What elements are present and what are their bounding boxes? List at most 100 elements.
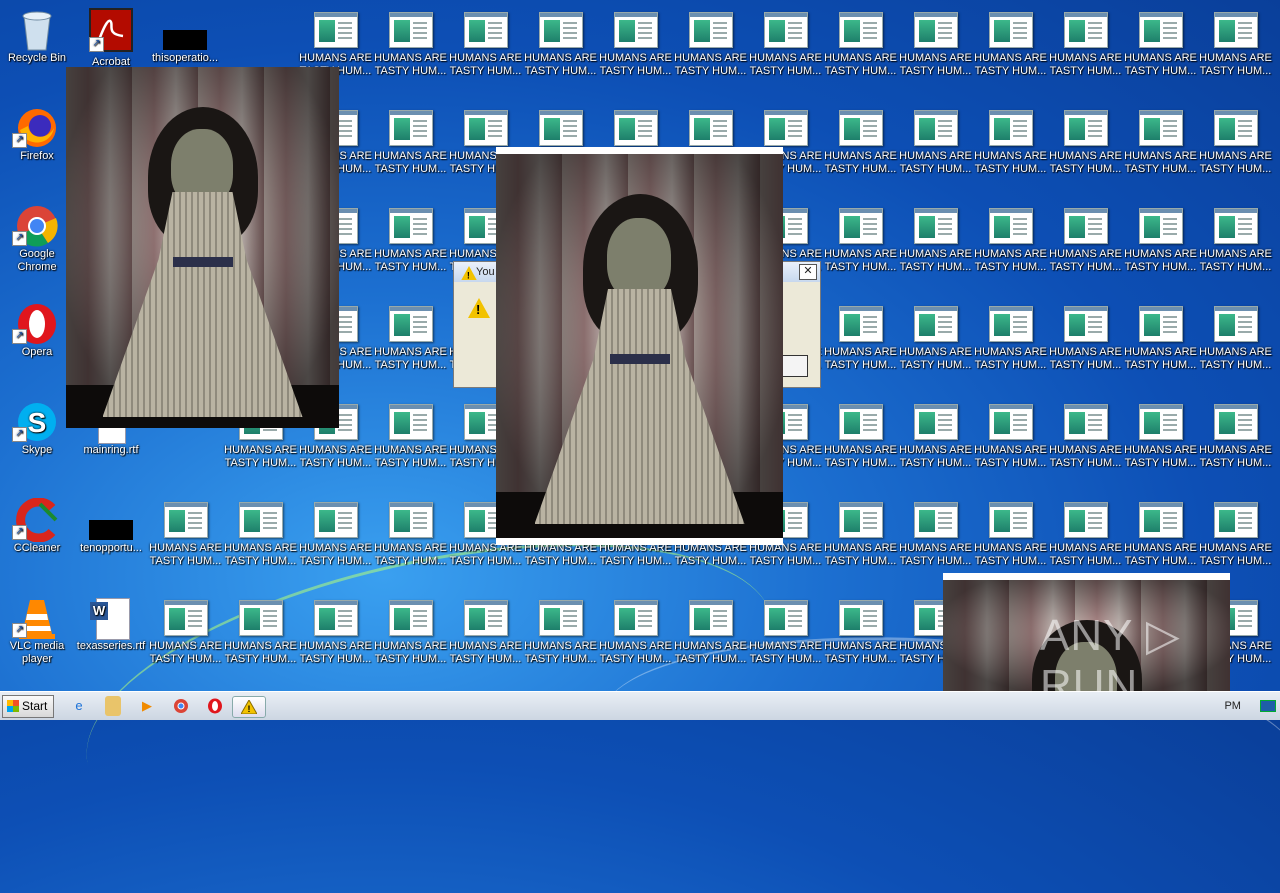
desktop-icon-label: HUMANS ARE (1124, 444, 1197, 456)
desktop-icon-humans-are-tasty[interactable]: HUMANS ARETASTY HUM... (373, 208, 448, 274)
desktop-icon-humans-are-tasty[interactable]: HUMANS ARETASTY HUM... (298, 502, 373, 568)
black-file-icon (88, 498, 134, 540)
desktop-icon-humans-are-tasty[interactable]: HUMANS ARETASTY HUM... (1198, 208, 1273, 274)
desktop-icon-humans-are-tasty[interactable]: HUMANS ARETASTY HUM... (823, 208, 898, 274)
desktop-icon-humans-are-tasty[interactable]: HUMANS ARETASTY HUM... (823, 12, 898, 78)
html-file-icon (988, 208, 1033, 244)
desktop-icon-label: TASTY HUM... (224, 555, 297, 567)
desktop-icon-humans-are-tasty[interactable]: HUMANS ARETASTY HUM... (448, 12, 523, 78)
desktop-icon-humans-are-tasty[interactable]: HUMANS ARETASTY HUM... (973, 110, 1048, 176)
desktop-icon-humans-are-tasty[interactable]: HUMANS ARETASTY HUM... (748, 12, 823, 78)
desktop-icon-humans-are-tasty[interactable]: HUMANS ARETASTY HUM... (898, 306, 973, 372)
desktop-icon-humans-are-tasty[interactable]: HUMANS ARETASTY HUM... (373, 404, 448, 470)
desktop-icon-acrobat[interactable]: ↗ Acrobat (74, 8, 148, 69)
desktop-icon-label: HUMANS ARE (1199, 150, 1272, 162)
desktop-icon-humans-are-tasty[interactable]: HUMANS ARETASTY HUM... (898, 12, 973, 78)
desktop-icon-label: HUMANS ARE (299, 542, 372, 554)
desktop-icon-humans-are-tasty[interactable]: HUMANS ARETASTY HUM... (1198, 502, 1273, 568)
desktop-icon-recycle-bin[interactable]: Recycle Bin (0, 8, 74, 65)
desktop-icon-label: TASTY HUM... (1049, 65, 1122, 77)
desktop-icon-humans-are-tasty[interactable]: HUMANS ARETASTY HUM... (1123, 404, 1198, 470)
media-player-icon[interactable]: ▶ (136, 696, 158, 716)
desktop-icon-vlc[interactable]: ↗ VLC media player (0, 596, 74, 666)
desktop-icon-humans-are-tasty[interactable]: HUMANS ARETASTY HUM... (1198, 12, 1273, 78)
desktop-icon-humans-are-tasty[interactable]: HUMANS ARETASTY HUM... (223, 600, 298, 666)
desktop-icon-humans-are-tasty[interactable]: HUMANS ARETASTY HUM... (148, 600, 223, 666)
desktop-icon-humans-are-tasty[interactable]: HUMANS ARETASTY HUM... (1198, 404, 1273, 470)
desktop-icon-humans-are-tasty[interactable]: HUMANS ARETASTY HUM... (523, 600, 598, 666)
image-window-2[interactable] (496, 147, 783, 545)
html-file-icon (313, 12, 358, 48)
desktop-icon-texasseries[interactable]: W texasseries.rtf (74, 596, 148, 653)
close-button[interactable]: ✕ (799, 264, 817, 280)
desktop-icon-humans-are-tasty[interactable]: HUMANS ARETASTY HUM... (823, 306, 898, 372)
desktop-icon-humans-are-tasty[interactable]: HUMANS ARETASTY HUM... (1123, 208, 1198, 274)
desktop-icon-humans-are-tasty[interactable]: HUMANS ARETASTY HUM... (1123, 12, 1198, 78)
desktop-icon-humans-are-tasty[interactable]: HUMANS ARETASTY HUM... (673, 12, 748, 78)
desktop-icon-humans-are-tasty[interactable]: HUMANS ARETASTY HUM... (1048, 208, 1123, 274)
desktop-icon-humans-are-tasty[interactable]: HUMANS ARETASTY HUM... (1048, 110, 1123, 176)
show-desktop-icon[interactable] (1260, 700, 1276, 713)
desktop-icon-humans-are-tasty[interactable]: HUMANS ARETASTY HUM... (1048, 502, 1123, 568)
html-file-icon (1063, 12, 1108, 48)
desktop-icon-humans-are-tasty[interactable]: HUMANS ARETASTY HUM... (523, 12, 598, 78)
desktop-icon-humans-are-tasty[interactable]: HUMANS ARETASTY HUM... (373, 110, 448, 176)
desktop-icon-label: TASTY HUM... (1124, 359, 1197, 371)
desktop-icon-label: HUMANS ARE (749, 52, 822, 64)
desktop-icon-humans-are-tasty[interactable]: HUMANS ARETASTY HUM... (1048, 12, 1123, 78)
ie-icon[interactable]: e (68, 696, 90, 716)
image-window-1[interactable] (66, 67, 339, 428)
desktop-icon-skype[interactable]: S ↗ Skype (0, 400, 74, 457)
desktop-icon-humans-are-tasty[interactable]: HUMANS ARETASTY HUM... (973, 404, 1048, 470)
start-button[interactable]: Start (2, 695, 54, 718)
desktop-icon-humans-are-tasty[interactable]: HUMANS ARETASTY HUM... (598, 600, 673, 666)
desktop-icon-humans-are-tasty[interactable]: HUMANS ARETASTY HUM... (1048, 404, 1123, 470)
desktop-icon-label: TASTY HUM... (1199, 359, 1272, 371)
desktop-icon-label: TASTY HUM... (674, 65, 747, 77)
desktop-icon-humans-are-tasty[interactable]: HUMANS ARETASTY HUM... (298, 600, 373, 666)
warning-taskbar-button[interactable]: ! (232, 696, 266, 718)
desktop-icon-humans-are-tasty[interactable]: HUMANS ARETASTY HUM... (1048, 306, 1123, 372)
chrome-icon[interactable] (170, 696, 192, 716)
desktop-icon-humans-are-tasty[interactable]: HUMANS ARETASTY HUM... (373, 306, 448, 372)
desktop-icon-humans-are-tasty[interactable]: HUMANS ARETASTY HUM... (148, 502, 223, 568)
desktop-icon-humans-are-tasty[interactable]: HUMANS ARETASTY HUM... (373, 12, 448, 78)
desktop-icon-humans-are-tasty[interactable]: HUMANS ARETASTY HUM... (748, 600, 823, 666)
desktop-icon-humans-are-tasty[interactable]: HUMANS ARETASTY HUM... (973, 502, 1048, 568)
desktop-icon-label: TASTY HUM... (824, 261, 897, 273)
html-file-icon (388, 404, 433, 440)
desktop-icon-humans-are-tasty[interactable]: HUMANS ARETASTY HUM... (1123, 110, 1198, 176)
desktop-icon-humans-are-tasty[interactable]: HUMANS ARETASTY HUM... (898, 110, 973, 176)
desktop-icon-humans-are-tasty[interactable]: HUMANS ARETASTY HUM... (898, 208, 973, 274)
desktop-icon-thisoperatio[interactable]: thisoperatio... (148, 8, 222, 65)
desktop-icon-humans-are-tasty[interactable]: HUMANS ARETASTY HUM... (1198, 110, 1273, 176)
desktop-icon-humans-are-tasty[interactable]: HUMANS ARETASTY HUM... (823, 110, 898, 176)
desktop-icon-humans-are-tasty[interactable]: HUMANS ARETASTY HUM... (973, 12, 1048, 78)
html-file-icon (388, 306, 433, 342)
desktop-icon-humans-are-tasty[interactable]: HUMANS ARETASTY HUM... (673, 600, 748, 666)
desktop-icon-humans-are-tasty[interactable]: HUMANS ARETASTY HUM... (448, 600, 523, 666)
desktop-icon-firefox[interactable]: ↗ Firefox (0, 106, 74, 163)
desktop-icon-humans-are-tasty[interactable]: HUMANS ARETASTY HUM... (898, 502, 973, 568)
desktop-icon-humans-are-tasty[interactable]: HUMANS ARETASTY HUM... (823, 404, 898, 470)
desktop-icon-humans-are-tasty[interactable]: HUMANS ARETASTY HUM... (823, 600, 898, 666)
desktop-icon-humans-are-tasty[interactable]: HUMANS ARETASTY HUM... (823, 502, 898, 568)
html-file-icon (238, 502, 283, 538)
desktop-icon-chrome[interactable]: ↗ Google Chrome (0, 204, 74, 274)
desktop-icon-humans-are-tasty[interactable]: HUMANS ARETASTY HUM... (373, 600, 448, 666)
desktop-icon-humans-are-tasty[interactable]: HUMANS ARETASTY HUM... (598, 12, 673, 78)
desktop-icon-humans-are-tasty[interactable]: HUMANS ARETASTY HUM... (1123, 306, 1198, 372)
desktop-icon-opera[interactable]: ↗ Opera (0, 302, 74, 359)
desktop-icon-humans-are-tasty[interactable]: HUMANS ARETASTY HUM... (898, 404, 973, 470)
desktop-icon-humans-are-tasty[interactable]: HUMANS ARETASTY HUM... (373, 502, 448, 568)
desktop-icon-humans-are-tasty[interactable]: HUMANS ARETASTY HUM... (1123, 502, 1198, 568)
desktop-icon-humans-are-tasty[interactable]: HUMANS ARETASTY HUM... (973, 306, 1048, 372)
desktop-icon-ccleaner[interactable]: ↗ CCleaner (0, 497, 74, 555)
desktop-icon-humans-are-tasty[interactable]: HUMANS ARETASTY HUM... (973, 208, 1048, 274)
desktop-icon-humans-are-tasty[interactable]: HUMANS ARETASTY HUM... (223, 502, 298, 568)
desktop-icon-tenopportu[interactable]: tenopportu... (74, 498, 148, 555)
opera-icon[interactable] (204, 696, 226, 716)
explorer-icon[interactable] (105, 696, 121, 716)
desktop-icon-label: HUMANS ARE (1049, 444, 1122, 456)
desktop-icon-humans-are-tasty[interactable]: HUMANS ARETASTY HUM... (1198, 306, 1273, 372)
